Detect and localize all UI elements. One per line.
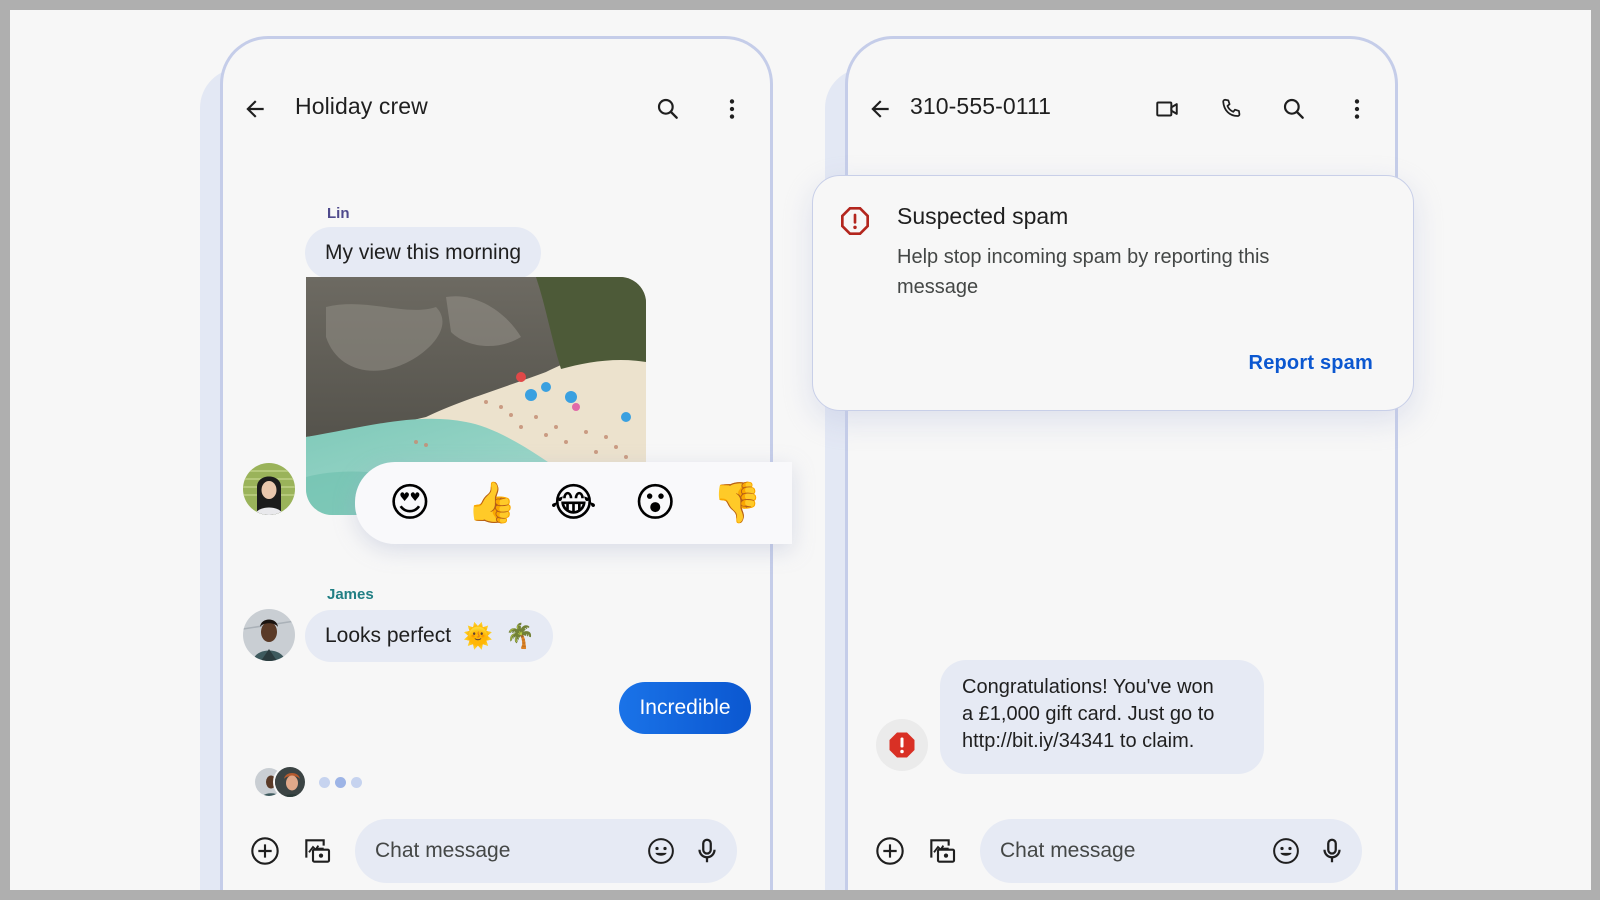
voice-call-button[interactable]	[1213, 91, 1249, 127]
more-options-button[interactable]	[714, 91, 750, 127]
spam-card-title: Suspected spam	[897, 203, 1069, 229]
more-vert-icon	[729, 99, 735, 119]
more-options-button[interactable]	[1339, 91, 1375, 127]
gallery-button[interactable]	[924, 833, 960, 869]
gallery-camera-icon	[930, 839, 956, 863]
typing-avatar-second	[273, 765, 307, 799]
typing-dot	[319, 776, 330, 788]
reaction-heart-eyes[interactable]: 😍	[380, 483, 440, 523]
search-button[interactable]	[650, 91, 686, 127]
mic-icon	[698, 838, 716, 863]
more-vert-icon	[1354, 99, 1360, 119]
suspected-spam-card: Suspected spam Help stop incoming spam b…	[812, 175, 1414, 411]
right-top-bar: 310-555-0111	[848, 89, 1395, 129]
search-button[interactable]	[1276, 91, 1312, 127]
typing-dot	[351, 776, 362, 788]
video-call-button[interactable]	[1149, 91, 1185, 127]
mic-icon	[1323, 838, 1341, 863]
emoji-icon	[1273, 838, 1299, 864]
left-top-bar: Holiday crew	[223, 89, 770, 129]
add-circle-icon	[251, 837, 279, 865]
gallery-camera-icon	[305, 839, 331, 863]
message-text-james: Looks perfect	[325, 624, 452, 647]
typing-avatar-second-image	[275, 767, 305, 797]
back-button[interactable]	[237, 91, 273, 127]
search-icon	[1283, 98, 1304, 119]
reaction-picker: 😍 👍 😂 😮 👎	[355, 462, 792, 544]
left-composer	[223, 819, 770, 883]
search-icon	[657, 98, 678, 119]
left-compose-field	[355, 819, 737, 883]
typing-dot	[335, 776, 346, 788]
message-bubble-james[interactable]: Looks perfect 🌞 🌴	[305, 610, 553, 662]
spam-warning-icon	[889, 732, 915, 758]
arrow-back-icon	[246, 100, 264, 118]
warning-octagon-icon	[841, 207, 869, 235]
emoji-button[interactable]	[646, 833, 676, 869]
right-compose-field	[980, 819, 1362, 883]
avatar-lin-image	[243, 463, 295, 515]
message-bubble-lin[interactable]: My view this morning	[305, 227, 542, 279]
add-attachment-button[interactable]	[247, 833, 283, 869]
typing-indicator	[253, 765, 367, 799]
avatar-lin[interactable]	[243, 463, 295, 515]
emoji-icon	[648, 838, 674, 864]
conversation-title: 310-555-0111	[910, 93, 1052, 119]
voice-input-button[interactable]	[1317, 833, 1347, 869]
back-button[interactable]	[862, 91, 898, 127]
message-bubble-outgoing[interactable]: Incredible	[619, 682, 751, 734]
reaction-surprised[interactable]: 😮	[625, 483, 685, 523]
palm-tree-emoji: 🌴	[504, 622, 535, 650]
reaction-thumbs-down[interactable]: 👎	[707, 483, 767, 523]
emoji-button[interactable]	[1271, 833, 1301, 869]
add-attachment-button[interactable]	[872, 833, 908, 869]
videocam-icon	[1156, 101, 1178, 117]
spam-sender-avatar	[876, 719, 928, 771]
sun-emoji: 🌞	[463, 622, 493, 650]
spam-card-body: Help stop incoming spam by reporting thi…	[897, 246, 1270, 298]
right-composer	[848, 819, 1395, 883]
sender-name-james: James	[327, 586, 374, 603]
spam-message-bubble[interactable]: Congratulations! You've won a £1,000 gif…	[940, 660, 1264, 774]
phone-icon	[1222, 98, 1241, 117]
report-spam-button[interactable]: Report spam	[1249, 352, 1373, 375]
chat-message-input[interactable]	[1000, 839, 1271, 863]
reaction-laughing[interactable]: 😂	[543, 483, 603, 523]
avatar-james-image	[243, 609, 295, 661]
chat-message-input[interactable]	[375, 839, 646, 863]
avatar-james[interactable]	[243, 609, 295, 661]
canvas: Holiday crew Lin My view this morning Ja…	[10, 10, 1591, 890]
add-circle-icon	[876, 837, 904, 865]
arrow-back-icon	[871, 100, 889, 118]
voice-input-button[interactable]	[692, 833, 722, 869]
reaction-thumbs-up[interactable]: 👍	[462, 483, 522, 523]
sender-name-lin: Lin	[327, 205, 350, 222]
conversation-title: Holiday crew	[295, 93, 428, 119]
typing-dots	[319, 776, 367, 788]
gallery-button[interactable]	[299, 833, 335, 869]
right-phone: 310-555-0111 Congratulations! You've won…	[845, 36, 1398, 890]
